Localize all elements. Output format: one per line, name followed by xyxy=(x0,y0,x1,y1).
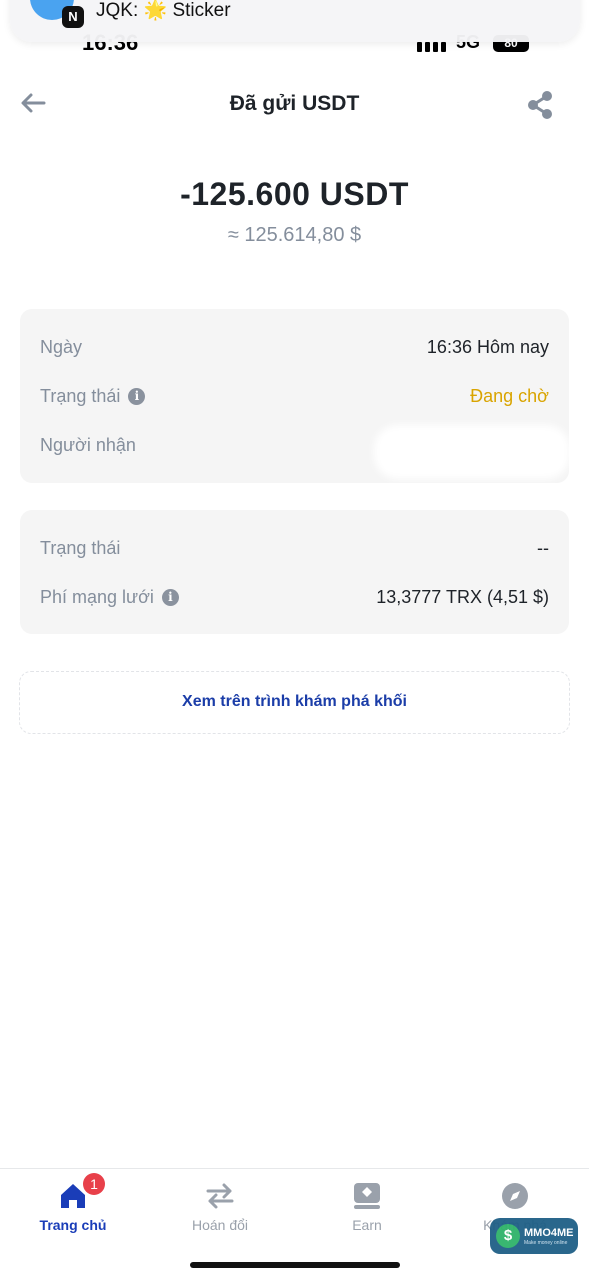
date-value: 16:36 Hôm nay xyxy=(426,336,549,357)
tab-home-label: Trang chủ xyxy=(39,1217,107,1233)
recipient-label: Người nhận xyxy=(40,434,136,455)
share-icon[interactable] xyxy=(526,90,554,120)
info-icon[interactable]: i xyxy=(161,588,179,606)
swap-icon xyxy=(205,1181,235,1211)
network-fee-label-group: Phí mạng lưới i xyxy=(40,587,179,608)
fiat-amount: ≈ 125.614,80 $ xyxy=(227,224,362,246)
date-label: Ngày xyxy=(40,336,83,357)
notification-text: JQK: 🌟 Sticker xyxy=(96,0,231,22)
earn-icon xyxy=(352,1181,382,1211)
network-fee-value: 13,3777 TRX (4,51 $) xyxy=(376,586,549,607)
watermark-subtitle: Make money online xyxy=(524,1240,568,1246)
tab-earn[interactable]: Earn xyxy=(312,1181,422,1233)
status-label-group: Trạng thái i xyxy=(40,385,146,407)
recipient-redacted xyxy=(374,425,570,479)
network-status-value: -- xyxy=(537,537,549,558)
tab-swap[interactable]: Hoán đổi xyxy=(165,1181,275,1233)
watermark-title: MMO4ME xyxy=(524,1227,574,1239)
status-row: Trạng thái i Đang chờ xyxy=(40,384,549,408)
network-fee-label: Phí mạng lưới xyxy=(40,586,154,607)
dollar-coin-icon: $ xyxy=(496,1224,520,1248)
notification-app-icon: N xyxy=(62,6,84,28)
star-emoji-icon: 🌟 xyxy=(143,0,168,21)
network-status-row: Trạng thái -- xyxy=(40,536,549,560)
transaction-details-card: Ngày 16:36 Hôm nay Trạng thái i Đang chờ … xyxy=(20,309,570,483)
network-fee-row: Phí mạng lưới i 13,3777 TRX (4,51 $) xyxy=(40,585,549,609)
notification-sender: JQK: xyxy=(96,0,144,21)
view-on-explorer-button[interactable]: Xem trên trình khám phá khối xyxy=(19,671,570,734)
notification-banner[interactable]: M N JQK: 🌟 Sticker xyxy=(10,0,580,42)
page-title: Đã gửi USDT xyxy=(229,92,360,115)
home-indicator xyxy=(190,1262,400,1268)
date-row: Ngày 16:36 Hôm nay xyxy=(40,335,549,359)
status-label: Trạng thái xyxy=(40,385,121,406)
tab-home[interactable]: Trang chủ xyxy=(18,1181,128,1233)
transaction-amount: -125.600 USDT xyxy=(180,176,409,212)
notification-badge: 1 xyxy=(83,1173,105,1195)
tab-earn-label: Earn xyxy=(352,1217,382,1233)
network-status-label: Trạng thái xyxy=(40,537,121,558)
compass-icon xyxy=(500,1181,530,1211)
network-details-card: Trạng thái -- Phí mạng lưới i 13,3777 TRX… xyxy=(20,510,569,634)
mmo4me-watermark: $ MMO4ME Make money online xyxy=(490,1218,578,1254)
info-icon[interactable]: i xyxy=(128,387,146,405)
notification-message: Sticker xyxy=(167,0,231,21)
tab-swap-label: Hoán đổi xyxy=(191,1217,249,1233)
status-value: Đang chờ xyxy=(470,385,549,406)
